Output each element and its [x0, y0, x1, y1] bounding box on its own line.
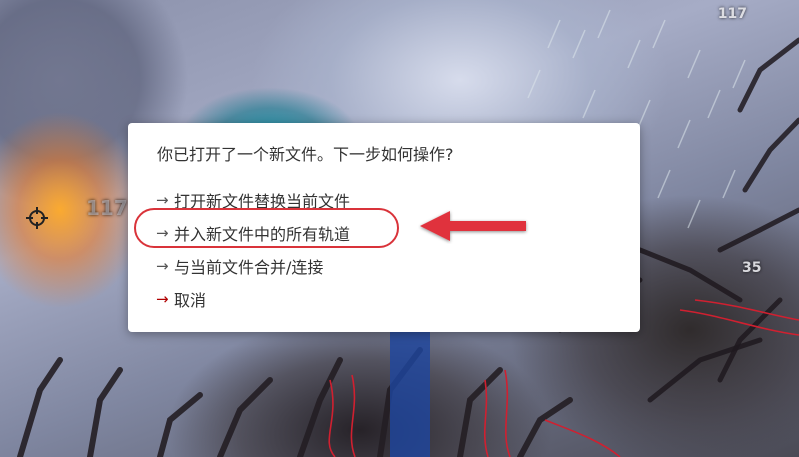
option-label: 取消: [174, 290, 207, 310]
annotation-highlight-ring: [134, 208, 399, 248]
game-background: 117 117 35 你已打开了一个新文件。下一步如何操作? → 打开新文件替换…: [0, 0, 799, 457]
option-cancel[interactable]: → 取消: [156, 282, 612, 315]
hud-counter-top-right: 117: [717, 6, 747, 22]
right-arrow-icon: →: [156, 256, 169, 275]
dialog-question: 你已打开了一个新文件。下一步如何操作?: [157, 145, 454, 164]
option-label: 与当前文件合并/连接: [174, 257, 324, 277]
right-arrow-icon: →: [156, 190, 169, 209]
crosshair-icon: [26, 207, 48, 229]
option-merge-join[interactable]: → 与当前文件合并/连接: [156, 249, 612, 282]
right-arrow-icon: →: [156, 289, 169, 308]
hud-counter-right: 35: [742, 260, 762, 276]
hud-counter-left: 117: [86, 196, 128, 220]
left-arrow-icon: [420, 211, 526, 241]
